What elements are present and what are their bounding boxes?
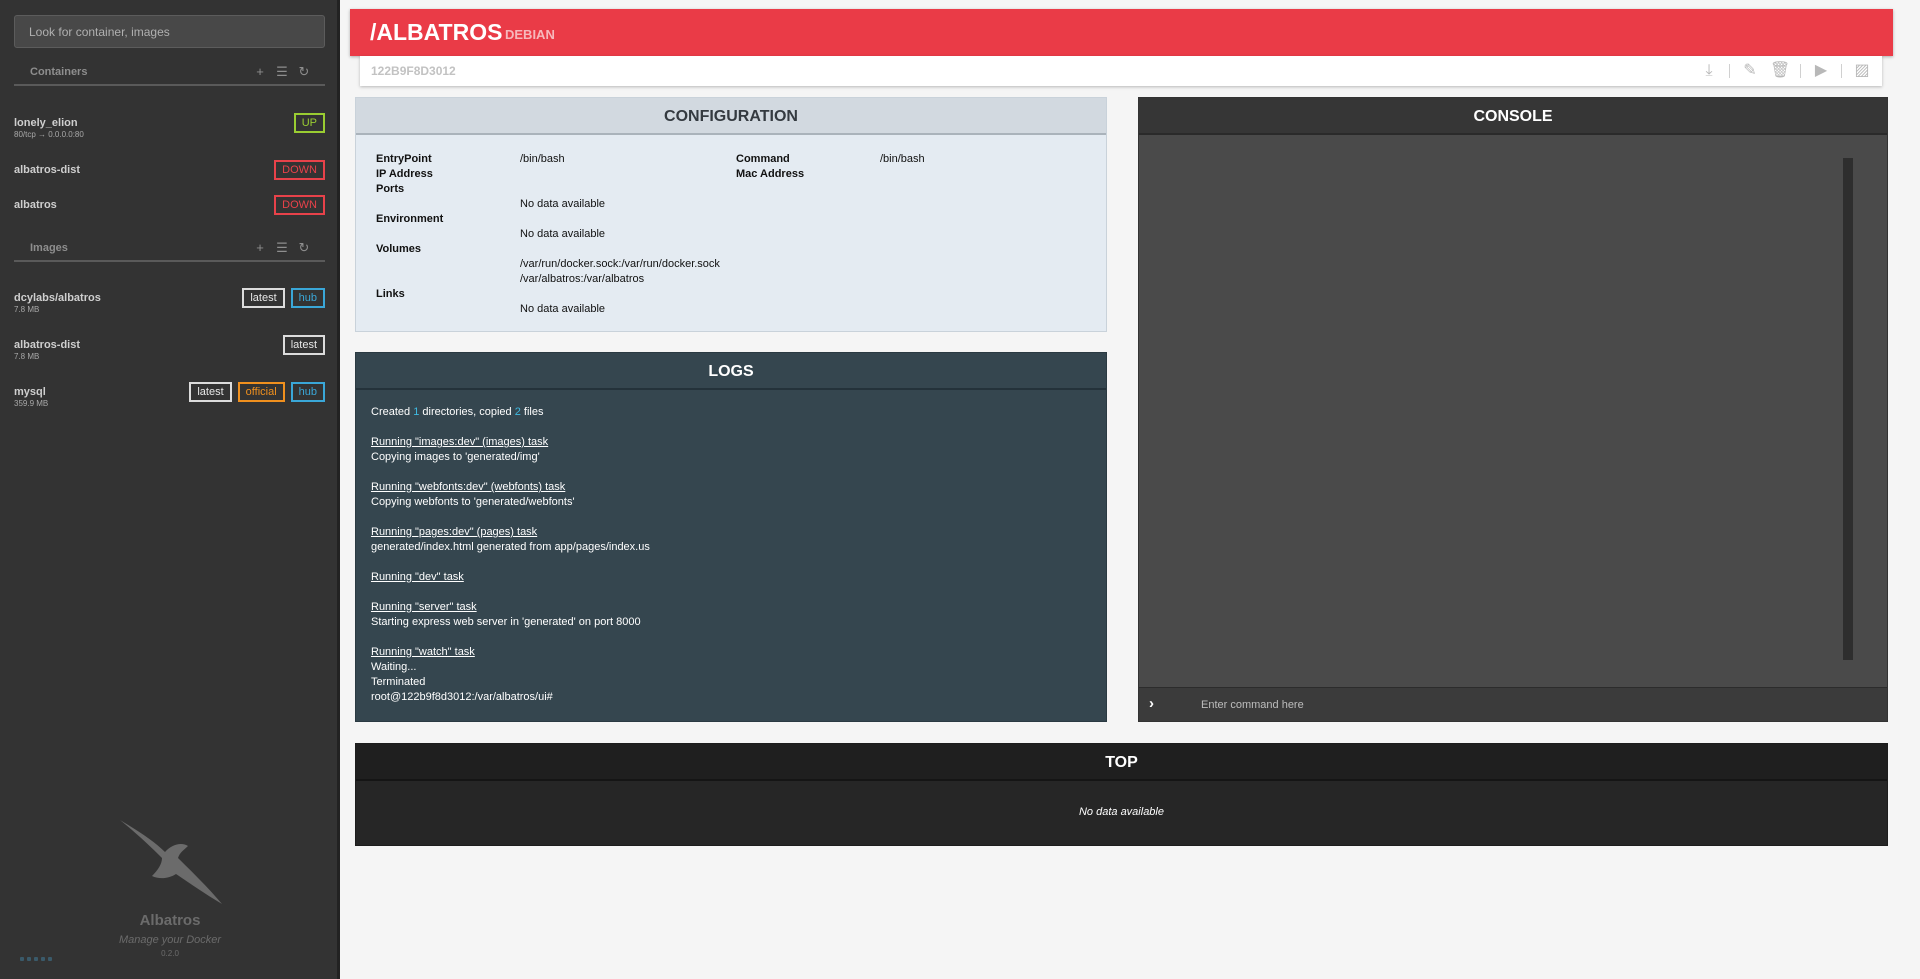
play-icon[interactable]: ▶ [1811,61,1831,81]
environment-label: Environment [376,213,444,225]
image-size: 359.9 MB [14,399,49,408]
sidebar: Containers + ☰ ↻ lonely_elion 80/tcp → 0… [0,0,340,979]
console-title: CONSOLE [1139,98,1887,135]
brand-tagline: Manage your Docker [118,934,222,946]
download-icon[interactable]: ⤓ [1699,61,1719,81]
image-size: 7.8 MB [14,352,40,361]
trash-icon[interactable]: 🗑 [1770,61,1790,81]
image-row[interactable]: dcylabs/albatros 7.8 MB latest hub [14,288,325,318]
status-badge[interactable]: DOWN [274,160,325,180]
configuration-panel: CONFIGURATION EntryPoint /bin/bash Comma… [355,97,1107,332]
image-name: mysql [14,386,46,398]
log-task-line: Running "pages:dev" (pages) task [371,526,538,538]
container-row[interactable]: lonely_elion 80/tcp → 0.0.0.0:80 UP [14,113,325,143]
albatros-logo-icon [0,812,340,910]
container-header: /ALBATROS DEBIAN [350,9,1893,56]
console-scrollbar[interactable] [1843,158,1853,660]
refresh-icon[interactable]: ↻ [297,241,311,255]
status-badge[interactable]: UP [293,113,325,133]
volume-item: /var/run/docker.sock:/var/run/docker.soc… [520,258,720,270]
brand-name: Albatros [139,912,201,929]
command-bar: › [1139,687,1887,721]
official-badge[interactable]: official [237,382,285,402]
command-input[interactable] [1201,694,1841,716]
tag-badge[interactable]: latest [242,288,285,308]
top-title: TOP [356,744,1887,781]
log-line: generated/index.html generated from app/… [371,541,650,553]
status-badge[interactable]: DOWN [274,195,325,215]
volume-item: /var/albatros:/var/albatros [520,273,645,285]
images-section-title: Images [30,242,68,254]
page-subtitle: DEBIAN [505,27,555,42]
entrypoint-value: /bin/bash [520,153,565,165]
container-row[interactable]: albatros-dist DOWN [14,160,325,190]
container-id: 122B9F8D3012 [371,64,456,78]
container-name: lonely_elion [14,117,78,129]
plus-icon[interactable]: + [253,65,267,79]
command-value: /bin/bash [880,153,925,165]
log-line: Starting express web server in 'generate… [371,616,641,628]
edit-icon[interactable]: ✎ [1740,61,1760,81]
images-section-header: Images + ☰ ↻ [14,241,325,262]
containers-section-header: Containers + ☰ ↻ [14,65,325,86]
command-label: Command [736,153,790,165]
image-icon[interactable]: ▨ [1852,61,1872,81]
log-line: root@122b9f8d3012:/var/albatros/ui# [371,691,553,703]
log-line: Copying webfonts to 'generated/webfonts' [371,496,575,508]
configuration-title: CONFIGURATION [356,98,1106,135]
environment-value: No data available [520,228,606,240]
hub-badge[interactable]: hub [290,288,325,308]
log-task-line: Running "images:dev" (images) task [371,436,549,448]
log-line: Terminated [371,676,426,688]
top-panel: TOP No data available [355,743,1888,846]
list-icon[interactable]: ☰ [275,241,289,255]
hub-badge[interactable]: hub [290,382,325,402]
image-row[interactable]: albatros-dist 7.8 MB latest [14,335,325,365]
container-toolbar: 122B9F8D3012 ⤓ ✎ 🗑 ▶ ▨ [360,56,1882,86]
container-name: albatros [14,199,57,211]
image-size: 7.8 MB [14,305,40,314]
chevron-right-icon: › [1149,695,1154,712]
top-empty-message: No data available [1078,806,1164,818]
entrypoint-label: EntryPoint [376,153,432,165]
plus-icon[interactable]: + [253,241,267,255]
search-input[interactable] [14,15,325,48]
list-icon[interactable]: ☰ [275,65,289,79]
links-label: Links [376,288,405,300]
refresh-icon[interactable]: ↻ [297,65,311,79]
tag-badge[interactable]: latest [189,382,232,402]
console-panel: CONSOLE › [1138,97,1888,722]
links-value: No data available [520,303,606,315]
ports-value: No data available [520,198,606,210]
log-task-line: Running "watch" task [371,646,475,658]
containers-section-title: Containers [30,66,88,78]
loading-dots [20,957,52,961]
image-name: albatros-dist [14,339,81,351]
log-task-line: Running "webfonts:dev" (webfonts) task [371,481,566,493]
container-ports: 80/tcp → 0.0.0.0:80 [14,130,84,139]
page-title: /ALBATROS [370,19,503,45]
log-task-line: Running "server" task [371,601,477,613]
log-line: Copying images to 'generated/img' [371,451,540,463]
image-row[interactable]: mysql 359.9 MB latest official hub [14,382,325,412]
log-task-line: Running "dev" task [371,571,464,583]
image-name: dcylabs/albatros [14,292,101,304]
volumes-label: Volumes [376,243,422,255]
tag-badge[interactable]: latest [282,335,325,355]
logs-panel: LOGS Created 1 directories, copied 2 fil… [355,352,1107,722]
log-line: Waiting... [371,661,417,673]
ports-label: Ports [376,183,405,195]
mac-label: Mac Address [736,168,805,180]
log-line: Created 1 directories, copied 2 files [371,406,544,418]
container-name: albatros-dist [14,164,81,176]
ip-label: IP Address [376,168,433,180]
container-row[interactable]: albatros DOWN [14,195,325,225]
logs-title: LOGS [356,353,1106,390]
